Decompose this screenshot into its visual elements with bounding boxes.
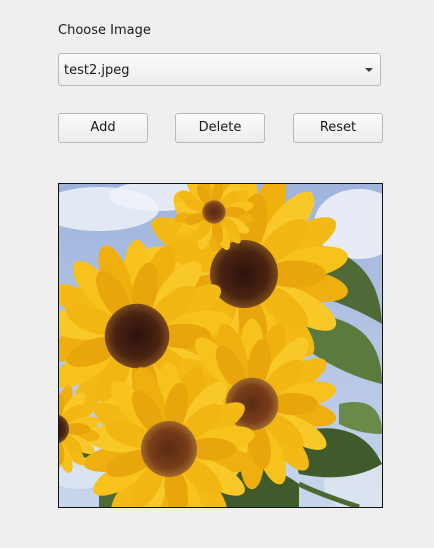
chevron-down-icon bbox=[365, 68, 373, 72]
image-select[interactable]: test2.jpeg bbox=[58, 53, 381, 86]
add-button[interactable]: Add bbox=[58, 113, 148, 143]
delete-button[interactable]: Delete bbox=[175, 113, 265, 143]
image-preview bbox=[58, 183, 383, 508]
choose-image-label: Choose Image bbox=[58, 23, 151, 38]
sunflowers-image bbox=[59, 184, 382, 507]
selected-image-value: test2.jpeg bbox=[64, 63, 130, 78]
reset-button[interactable]: Reset bbox=[293, 113, 383, 143]
